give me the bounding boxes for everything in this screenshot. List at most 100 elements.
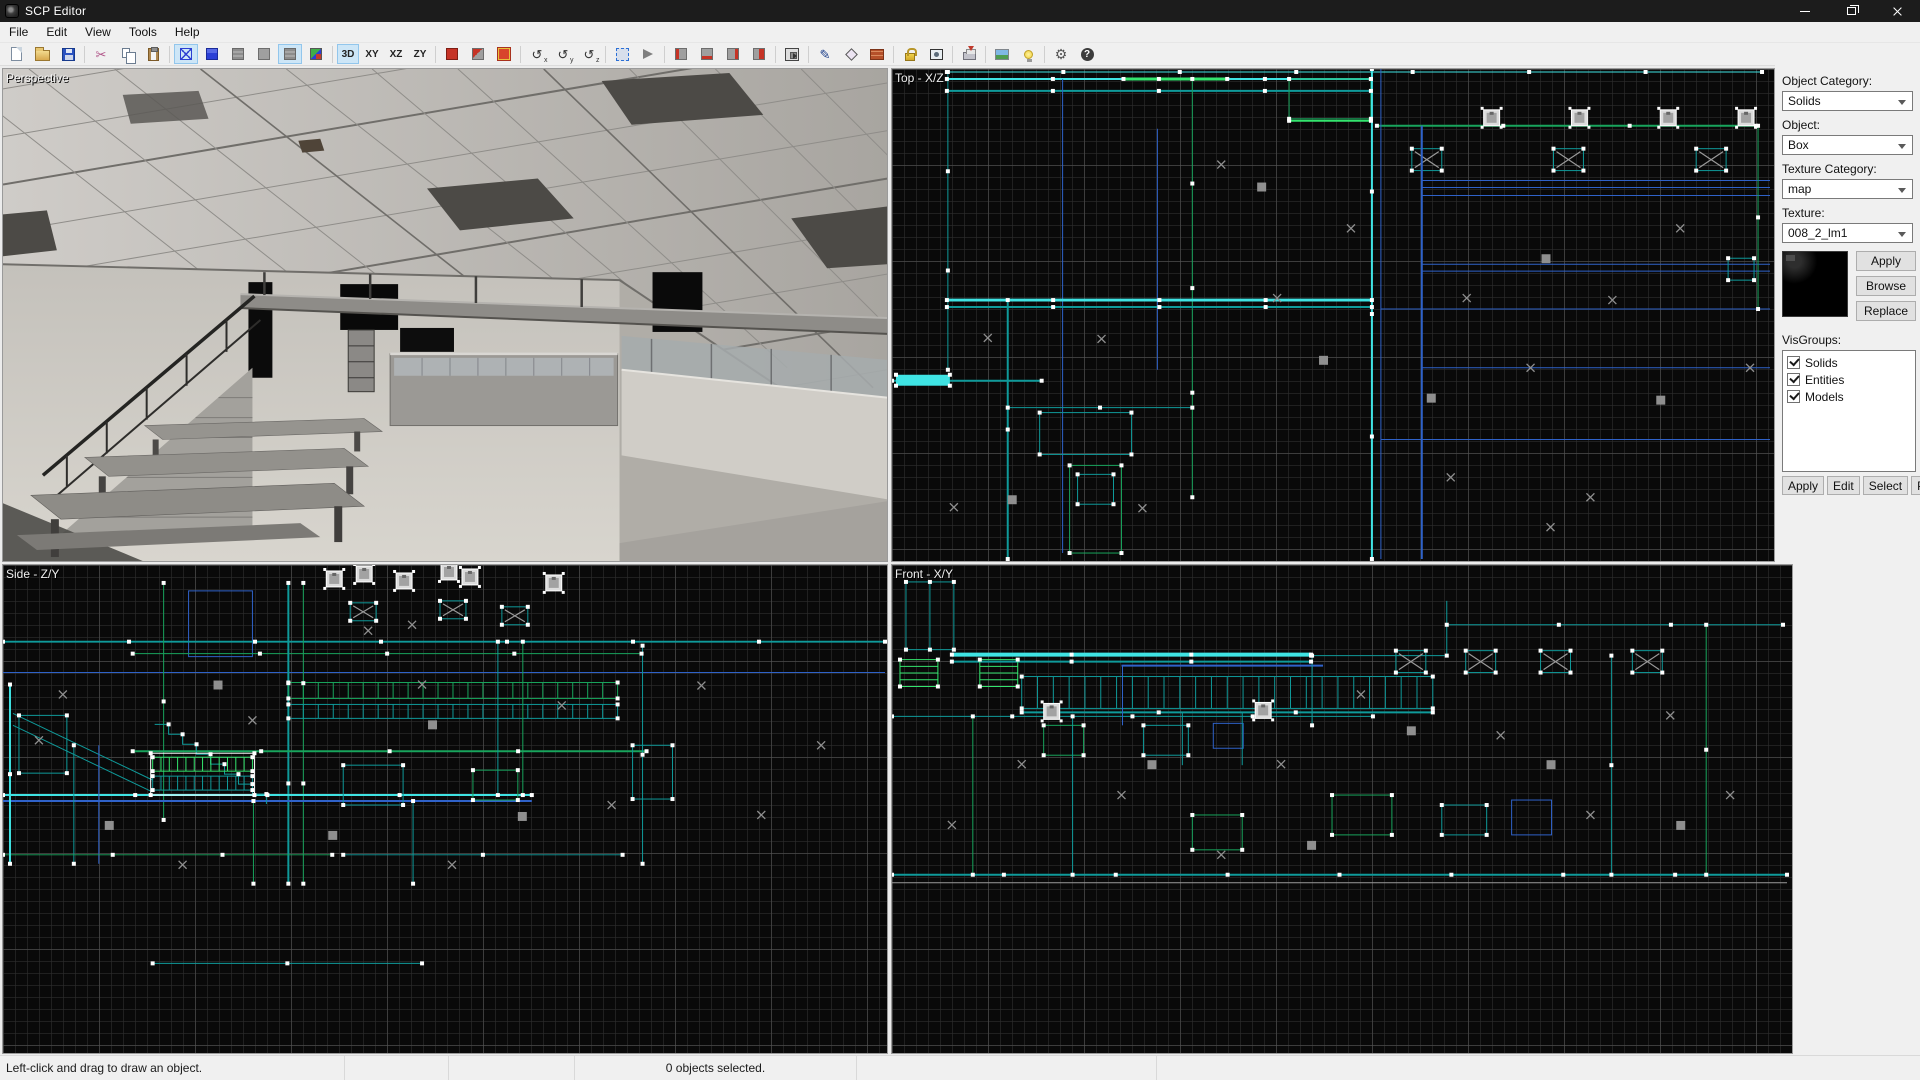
visgroups-purge-button[interactable]: Purge: [1911, 476, 1920, 495]
paste-button[interactable]: [141, 44, 165, 64]
selection-box-icon: [616, 48, 629, 61]
menu-file[interactable]: File: [0, 23, 37, 41]
screenshot-button[interactable]: [990, 44, 1014, 64]
status-segment-2: [449, 1056, 575, 1080]
solid-red-icon: [446, 48, 458, 60]
top-wireframe: [892, 69, 1774, 561]
menu-help[interactable]: Help: [166, 23, 209, 41]
render-colored-button[interactable]: [304, 44, 328, 64]
render-flat-button[interactable]: [252, 44, 276, 64]
visgroup-checkbox-models[interactable]: [1787, 390, 1800, 403]
object-category-label: Object Category:: [1782, 74, 1916, 88]
object-category-select[interactable]: Solids: [1782, 91, 1913, 111]
status-segment-4: [857, 1056, 1157, 1080]
toolbar-separator: [332, 46, 333, 63]
viewport-front-xy[interactable]: Front - X/Y: [891, 564, 1793, 1054]
texture-select[interactable]: 008_2_lm1: [1782, 223, 1913, 243]
solid-red-button[interactable]: [440, 44, 464, 64]
new-file-button[interactable]: [4, 44, 28, 64]
visgroup-checkbox-entities[interactable]: [1787, 373, 1800, 386]
visgroups-select-button[interactable]: Select: [1863, 476, 1908, 495]
render-textured-icon: [232, 48, 244, 60]
visgroups-edit-button[interactable]: Edit: [1827, 476, 1860, 495]
minimize-button[interactable]: [1782, 0, 1828, 22]
face-edit-split-button[interactable]: [747, 44, 771, 64]
rotate-z-button[interactable]: ↺z: [577, 44, 601, 64]
window-buttons: [1782, 0, 1920, 22]
open-button[interactable]: [30, 44, 54, 64]
view-3d-button[interactable]: 3D: [337, 44, 359, 64]
save-button[interactable]: [56, 44, 80, 64]
toolbar-separator: [952, 46, 953, 63]
solid-selected-button[interactable]: [492, 44, 516, 64]
options-button[interactable]: ⚙: [1049, 44, 1073, 64]
view-xz-button[interactable]: XZ: [385, 44, 407, 64]
rotate-y-icon: ↺y: [558, 48, 569, 61]
face-edit-right-button[interactable]: [721, 44, 745, 64]
light-icon: [1024, 50, 1033, 59]
toolbar-separator: [893, 46, 894, 63]
texture-replace-button[interactable]: Replace: [1856, 301, 1916, 321]
texture-preview[interactable]: [1782, 251, 1848, 317]
menu-view[interactable]: View: [76, 23, 120, 41]
face-edit-bottom-button[interactable]: [695, 44, 719, 64]
axis-letter: x: [544, 57, 548, 64]
pen-tool-icon: ✎: [820, 48, 831, 61]
toolbar-separator: [84, 46, 85, 63]
entity-tool-button[interactable]: [780, 44, 804, 64]
screen-button[interactable]: [924, 44, 948, 64]
screen-icon: [930, 49, 943, 60]
menu-tools[interactable]: Tools: [120, 23, 166, 41]
face-edit-left-button[interactable]: [669, 44, 693, 64]
visgroup-checkbox-solids[interactable]: [1787, 356, 1800, 369]
toolbar-separator: [435, 46, 436, 63]
rotate-y-button[interactable]: ↺y: [551, 44, 575, 64]
maximize-icon: [1847, 7, 1856, 15]
close-button[interactable]: [1874, 0, 1920, 22]
viewport-top-xz[interactable]: Top - X/Z: [891, 68, 1775, 562]
object-select[interactable]: Box: [1782, 135, 1913, 155]
toolbar-separator: [808, 46, 809, 63]
compile-button[interactable]: [957, 44, 981, 64]
maximize-button[interactable]: [1828, 0, 1874, 22]
visgroup-label: Solids: [1805, 356, 1838, 370]
help-button[interactable]: ?: [1075, 44, 1099, 64]
texture-category-value: map: [1788, 182, 1811, 196]
solid-redgray-button[interactable]: [466, 44, 490, 64]
copy-button[interactable]: [115, 44, 139, 64]
status-segment-1: [345, 1056, 449, 1080]
visgroup-label: Models: [1805, 390, 1844, 404]
render-shaded-textured-button[interactable]: [278, 44, 302, 64]
render-solid-button[interactable]: [200, 44, 224, 64]
visgroups-apply-button[interactable]: Apply: [1782, 476, 1824, 495]
view-zy-button[interactable]: ZY: [409, 44, 431, 64]
selection-box-button[interactable]: [610, 44, 634, 64]
viewport-perspective[interactable]: Perspective: [2, 68, 888, 562]
status-segment-fill: [1157, 1056, 1920, 1080]
lock-button[interactable]: [898, 44, 922, 64]
texture-application-button[interactable]: [865, 44, 889, 64]
viewport-side-zy[interactable]: Side - Z/Y: [2, 564, 888, 1054]
view-xy-button[interactable]: XY: [361, 44, 383, 64]
eraser-tool-button[interactable]: [839, 44, 863, 64]
cut-button[interactable]: ✂: [89, 44, 113, 64]
texture-browse-button[interactable]: Browse: [1856, 276, 1916, 296]
visgroup-row-models: Models: [1787, 388, 1915, 405]
texture-value: 008_2_lm1: [1788, 226, 1847, 240]
render-textured-button[interactable]: [226, 44, 250, 64]
rotate-x-button[interactable]: ↺x: [525, 44, 549, 64]
rotate-x-icon: ↺x: [532, 48, 543, 61]
texture-apply-button[interactable]: Apply: [1856, 251, 1916, 271]
render-solid-icon: [206, 48, 218, 60]
status-segment-3: 0 objects selected.: [575, 1056, 857, 1080]
sidebar: Object Category: Solids Object: Box Text…: [1775, 43, 1920, 1055]
render-wireframe-button[interactable]: [174, 44, 198, 64]
toolbar-separator: [169, 46, 170, 63]
face-edit-split-icon: [753, 48, 765, 60]
menu-edit[interactable]: Edit: [37, 23, 76, 41]
texture-category-select[interactable]: map: [1782, 179, 1913, 199]
move-selection-button[interactable]: [636, 44, 660, 64]
light-button[interactable]: [1016, 44, 1040, 64]
pen-tool-button[interactable]: ✎: [813, 44, 837, 64]
solid-redgray-icon: [472, 48, 484, 60]
